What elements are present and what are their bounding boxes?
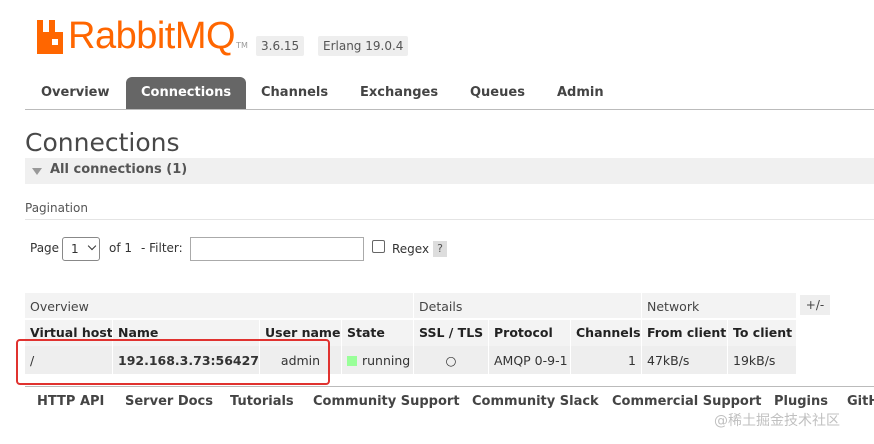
page-count-label: of 1	[109, 241, 133, 255]
col-from-client[interactable]: From client	[642, 320, 728, 346]
divider	[25, 219, 874, 220]
footer-link-community-support[interactable]: Community Support	[313, 394, 460, 409]
cell-ssl-tls: ○	[414, 346, 489, 374]
footer-link-github[interactable]: GitH	[847, 394, 874, 409]
rabbitmq-logo-icon	[37, 20, 63, 54]
rabbitmq-logo: RabbitMQ TM	[35, 16, 248, 56]
collapse-triangle-icon	[32, 168, 42, 175]
logo-trademark: TM	[236, 41, 248, 50]
section-label: All connections (1)	[50, 162, 188, 177]
tab-connections[interactable]: Connections	[126, 77, 247, 109]
group-network: Network	[642, 293, 797, 318]
regex-checkbox[interactable]	[372, 240, 385, 253]
main-tabs: Overview Connections Channels Exchanges …	[25, 77, 874, 110]
regex-help-button[interactable]: ?	[433, 241, 447, 257]
state-text: running	[362, 353, 411, 368]
footer-divider	[25, 386, 874, 387]
pagination-heading: Pagination	[25, 201, 88, 215]
tab-overview[interactable]: Overview	[41, 77, 110, 109]
footer-link-tutorials[interactable]: Tutorials	[230, 394, 294, 409]
page-select-value: 1	[71, 242, 79, 256]
version-badge: 3.6.15	[256, 36, 305, 56]
all-connections-toggle[interactable]: All connections (1)	[25, 158, 874, 184]
footer-link-commercial-support[interactable]: Commercial Support	[612, 394, 762, 409]
tab-queues[interactable]: Queues	[470, 77, 525, 109]
col-channels[interactable]: Channels	[571, 320, 642, 346]
page-label: Page	[30, 241, 60, 255]
logo-text: RabbitMQ	[68, 15, 236, 57]
columns-toggle-button[interactable]: +/-	[800, 295, 830, 315]
tab-exchanges[interactable]: Exchanges	[360, 77, 438, 109]
cell-channels: 1	[571, 346, 642, 374]
page-select[interactable]: 1	[62, 237, 100, 261]
footer-link-http-api[interactable]: HTTP API	[37, 394, 104, 409]
col-ssl-tls[interactable]: SSL / TLS	[414, 320, 489, 346]
filter-label: - Filter:	[141, 241, 183, 255]
running-status-icon	[347, 356, 357, 366]
highlight-box	[16, 339, 330, 385]
group-details: Details	[414, 293, 642, 318]
watermark: @稀土掘金技术社区	[714, 413, 840, 429]
footer-link-community-slack[interactable]: Community Slack	[472, 394, 599, 409]
tab-channels[interactable]: Channels	[261, 77, 328, 109]
filter-input[interactable]	[190, 237, 364, 261]
erlang-badge: Erlang 19.0.4	[318, 36, 409, 56]
group-overview: Overview	[25, 293, 414, 318]
chevron-down-icon	[87, 241, 97, 251]
tab-admin[interactable]: Admin	[557, 77, 604, 109]
page-title: Connections	[25, 128, 180, 157]
cell-to-client: 19kB/s	[728, 346, 797, 374]
footer-link-plugins[interactable]: Plugins	[774, 394, 828, 409]
col-to-client[interactable]: To client	[728, 320, 797, 346]
cell-from-client: 47kB/s	[642, 346, 728, 374]
cell-protocol: AMQP 0-9-1	[489, 346, 571, 374]
col-protocol[interactable]: Protocol	[489, 320, 571, 346]
regex-label: Regex	[392, 242, 430, 256]
cell-state: running	[342, 346, 414, 374]
footer-link-server-docs[interactable]: Server Docs	[125, 394, 213, 409]
col-state[interactable]: State	[342, 320, 414, 346]
